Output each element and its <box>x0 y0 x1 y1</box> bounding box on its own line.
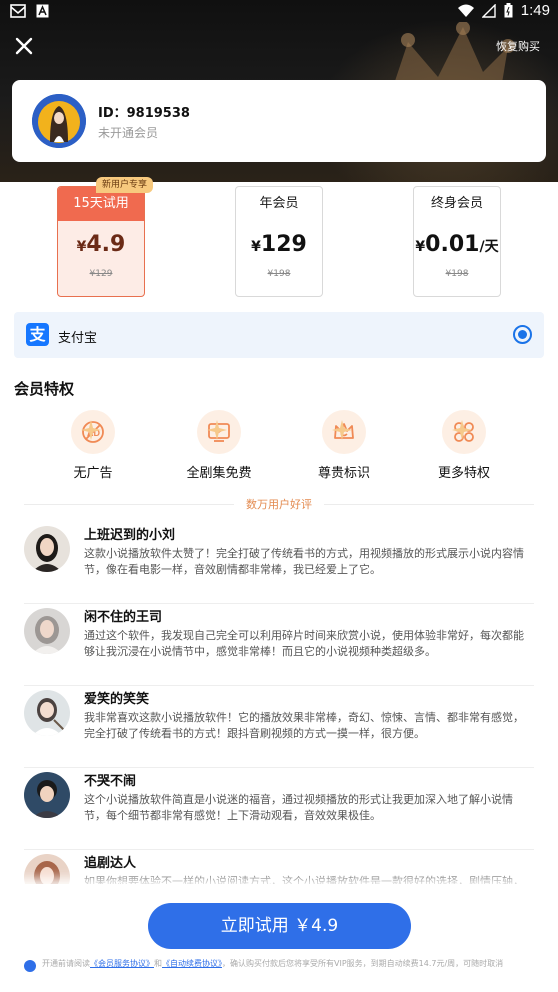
clock: 1:49 <box>520 2 550 19</box>
review-name: 上班迟到的小刘 <box>84 528 176 543</box>
crown-icon <box>322 410 366 454</box>
close-icon[interactable] <box>12 34 36 58</box>
review-name: 追剧达人 <box>84 856 137 871</box>
plan-name: 年会员 <box>259 196 299 211</box>
avatar[interactable] <box>32 94 86 148</box>
plan-price: ¥0.01/天 <box>415 232 499 257</box>
review-avatar <box>24 690 70 736</box>
review-text: 我非常喜欢这款小说播放软件！它的播放效果非常棒，奇幻、惊悚、言情、都非常有感觉，… <box>84 711 524 740</box>
plan-card-lifetime[interactable]: 终身会员 ¥0.01/天 ¥198 <box>413 186 501 297</box>
review-text: 这款小说播放软件太赞了！完全打破了传统看书的方式，用视频播放的形式展示小说内容情… <box>84 547 524 576</box>
plan-price: ¥129 <box>251 232 307 257</box>
perk-label: 无广告 <box>73 466 113 481</box>
perk-more: 更多特权 <box>419 410 509 481</box>
mail-icon <box>10 4 26 18</box>
perk-free-episodes: 全剧集免费 <box>174 410 264 481</box>
review-text: 通过这个软件，我发现自己完全可以利用碎片时间来欣赏小说，使用体验非常好，每次都能… <box>84 629 524 658</box>
review-avatar <box>24 608 70 654</box>
review-name: 爱笑的笑笑 <box>84 692 150 707</box>
vip-status: 未开通会员 <box>98 126 159 140</box>
alipay-icon: 支 <box>26 323 49 346</box>
restore-purchase-button[interactable]: 恢复购买 <box>496 38 540 54</box>
perk-label: 更多特权 <box>437 466 490 481</box>
no-ads-icon: AD <box>71 410 115 454</box>
perk-label: 全剧集免费 <box>186 466 252 481</box>
review-text: 这个小说播放软件简直是小说迷的福音，通过视频播放的形式让我更加深入地了解小说情节… <box>84 793 513 822</box>
review-name: 不哭不闹 <box>84 774 137 789</box>
user-id: ID：9819538 <box>98 106 190 121</box>
review-item: 爱笑的笑笑 我非常喜欢这款小说播放软件！它的播放效果非常棒，奇幻、惊悚、言情、都… <box>24 684 534 768</box>
reviews-title: 数万用户好评 <box>246 498 312 511</box>
plan-price: ¥4.9 <box>76 232 126 257</box>
more-icon <box>442 410 486 454</box>
review-avatar <box>24 772 70 818</box>
perk-no-ads: AD 无广告 <box>48 410 138 481</box>
review-avatar <box>24 526 70 572</box>
auto-renew-agreement-link[interactable]: 《自动续费协议》 <box>162 959 222 968</box>
wifi-icon <box>457 4 474 17</box>
perks-title: 会员特权 <box>14 380 75 398</box>
status-bar: 1:49 <box>0 0 558 24</box>
perk-vip-badge: 尊贵标识 <box>299 410 389 481</box>
review-item: 不哭不闹 这个小说播放软件简直是小说迷的福音，通过视频播放的形式让我更加深入地了… <box>24 766 534 850</box>
reviews-divider: 数万用户好评 <box>24 496 534 512</box>
plan-card-trial[interactable]: 15天试用 ¥4.9 ¥129 <box>57 186 145 297</box>
new-user-badge: 新用户专享 <box>96 177 154 193</box>
agree-checkbox[interactable] <box>24 960 36 972</box>
service-agreement-link[interactable]: 《会员服务协议》 <box>90 959 154 968</box>
review-name: 闲不住的王司 <box>84 610 163 625</box>
plan-name: 终身会员 <box>430 196 483 211</box>
user-card: ID：9819538 未开通会员 <box>12 80 546 162</box>
plan-original-price: ¥129 <box>89 269 113 279</box>
app-a-icon <box>36 4 49 18</box>
try-now-button[interactable]: 立即试用 ￥4.9 <box>148 903 411 949</box>
payment-radio[interactable] <box>513 325 532 344</box>
perk-label: 尊贵标识 <box>317 466 370 481</box>
video-icon <box>197 410 241 454</box>
plan-original-price: ¥198 <box>267 269 291 279</box>
payment-label: 支付宝 <box>58 331 98 346</box>
battery-icon <box>504 3 513 18</box>
review-item: 上班迟到的小刘 这款小说播放软件太赞了！完全打破了传统看书的方式，用视频播放的形… <box>24 520 534 604</box>
review-item: 闲不住的王司 通过这个软件，我发现自己完全可以利用碎片时间来欣赏小说，使用体验非… <box>24 602 534 686</box>
signal-icon <box>481 3 496 18</box>
plan-card-yearly[interactable]: 年会员 ¥129 ¥198 <box>235 186 323 297</box>
payment-method-alipay[interactable]: 支 支付宝 <box>14 312 544 358</box>
plan-original-price: ¥198 <box>445 269 469 279</box>
